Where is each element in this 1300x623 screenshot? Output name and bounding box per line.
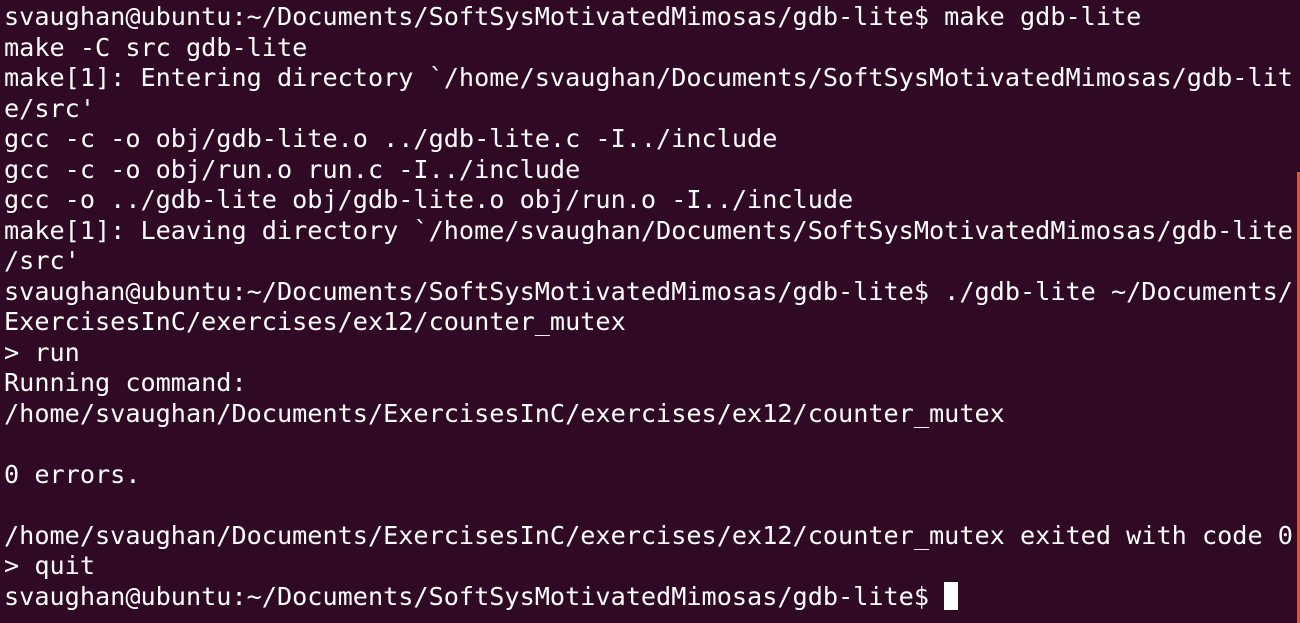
terminal-line: /home/svaughan/Documents/ExercisesInC/ex… xyxy=(4,398,1005,428)
text-cursor[interactable] xyxy=(944,581,959,610)
terminal-line: gcc -o ../gdb-lite obj/gdb-lite.o obj/ru… xyxy=(4,185,854,214)
terminal-line: > run xyxy=(4,337,80,367)
terminal-output: svaughan@ubuntu:~/Documents/SoftSysMotiv… xyxy=(4,2,1293,612)
terminal-line: /src' xyxy=(4,246,80,275)
terminal-line: svaughan@ubuntu:~/Documents/SoftSysMotiv… xyxy=(4,276,1293,306)
shell-prompt: svaughan@ubuntu:~/Documents/SoftSysMotiv… xyxy=(4,581,930,611)
terminal-line: e/src' xyxy=(4,93,95,123)
terminal-line: gcc -c -o obj/gdb-lite.o ../gdb-lite.c -… xyxy=(4,124,778,153)
terminal-line: svaughan@ubuntu:~/Documents/SoftSysMotiv… xyxy=(4,2,1142,31)
terminal-line: > quit xyxy=(4,551,95,580)
terminal-line: make[1]: Leaving directory `/home/svaugh… xyxy=(4,215,1293,245)
terminal-line: make[1]: Entering directory `/home/svaug… xyxy=(4,63,1293,92)
terminal-line: make -C src gdb-lite xyxy=(4,32,308,62)
terminal-line: 0 errors. xyxy=(4,459,141,489)
terminal-line: /home/svaughan/Documents/ExercisesInC/ex… xyxy=(4,520,1293,550)
terminal-line: ExercisesInC/exercises/ex12/counter_mute… xyxy=(4,307,626,336)
terminal-window[interactable]: svaughan@ubuntu:~/Documents/SoftSysMotiv… xyxy=(0,0,1300,623)
prompt-line[interactable]: svaughan@ubuntu:~/Documents/SoftSysMotiv… xyxy=(4,581,1293,613)
terminal-line: Running command: xyxy=(4,368,247,397)
terminal-line: gcc -c -o obj/run.o run.c -I../include xyxy=(4,154,581,184)
